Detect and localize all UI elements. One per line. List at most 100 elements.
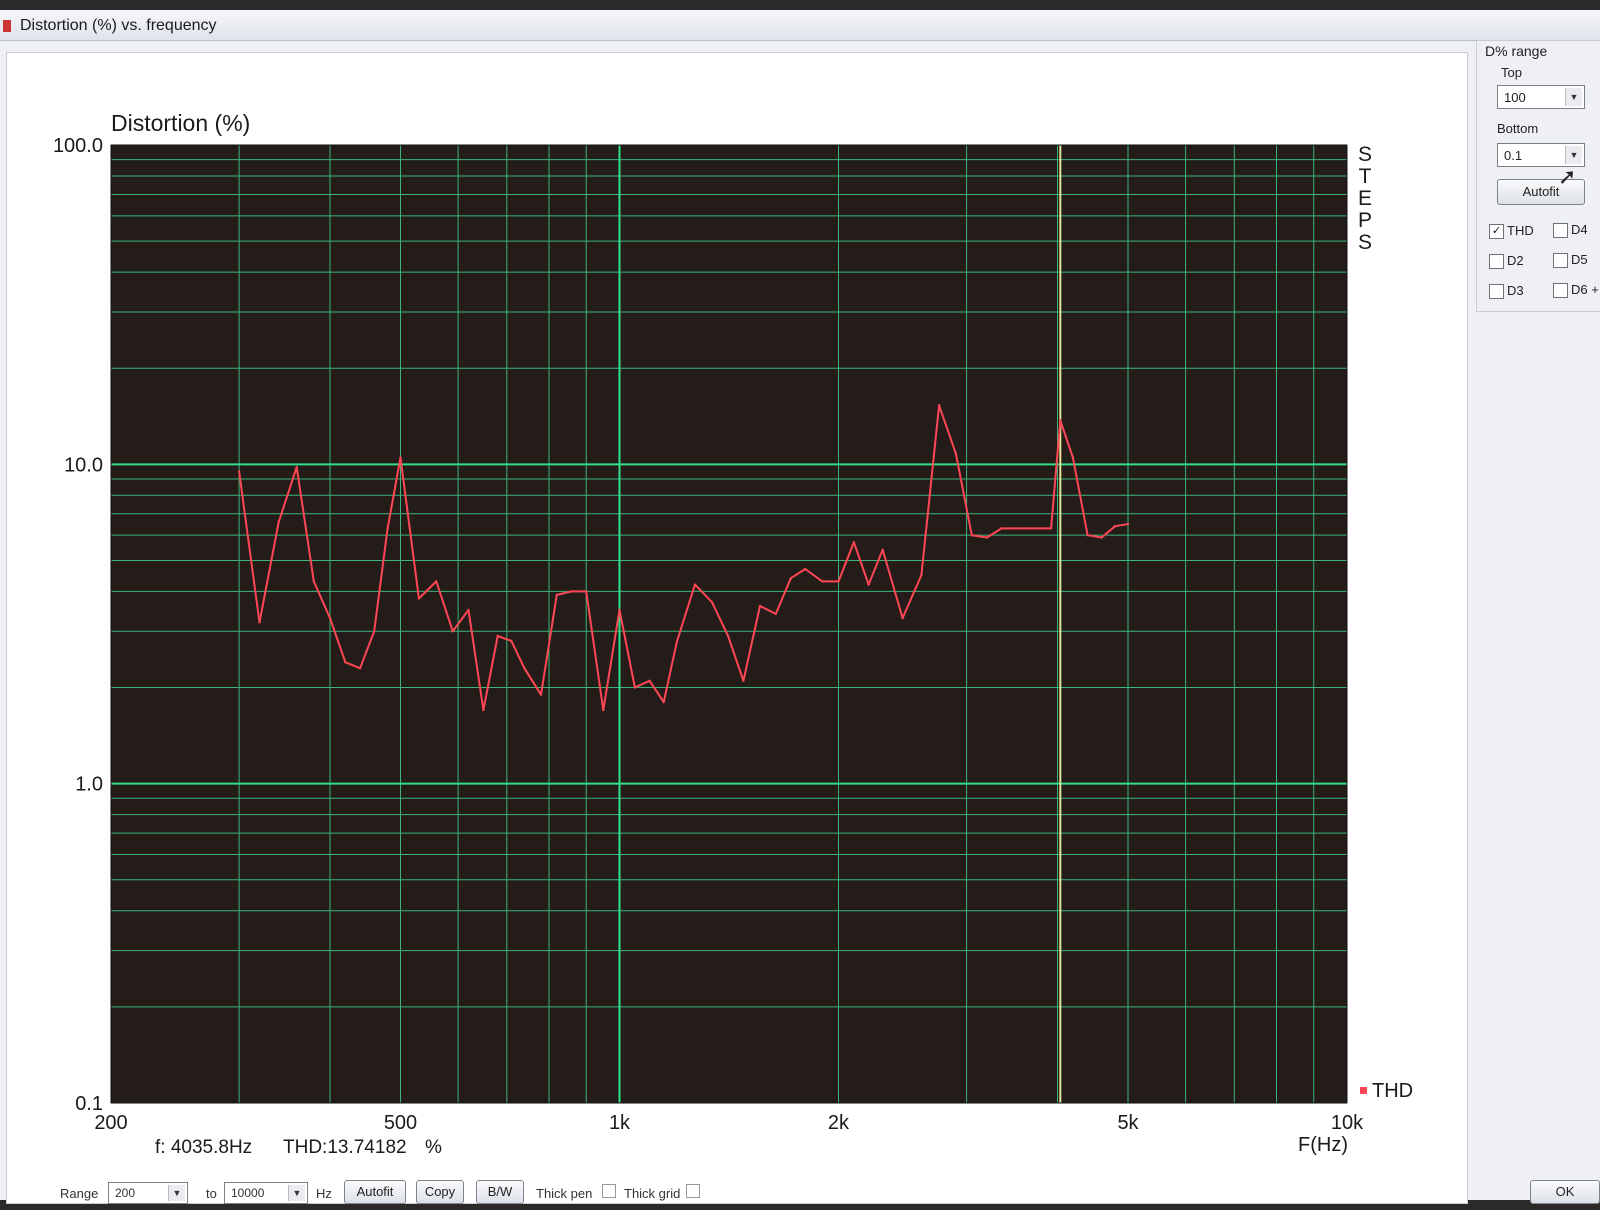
- data-point[interactable]: [386, 527, 389, 530]
- data-point[interactable]: [1027, 527, 1030, 530]
- data-point[interactable]: [742, 679, 745, 682]
- data-point[interactable]: [1126, 522, 1130, 526]
- data-point[interactable]: [1059, 419, 1062, 422]
- data-point[interactable]: [675, 639, 679, 643]
- top-select[interactable]: 100 ▼: [1497, 85, 1585, 109]
- data-point[interactable]: [1014, 527, 1017, 530]
- data-point[interactable]: [867, 583, 870, 586]
- data-point[interactable]: [312, 580, 315, 583]
- data-point[interactable]: [570, 590, 574, 593]
- data-point[interactable]: [344, 661, 347, 664]
- window-title: Distortion (%) vs. frequency: [20, 17, 217, 34]
- data-point[interactable]: [1113, 525, 1117, 528]
- data-point[interactable]: [954, 452, 958, 455]
- data-point[interactable]: [510, 639, 513, 643]
- data-point[interactable]: [585, 590, 588, 593]
- checkbox-box: [1489, 284, 1504, 300]
- d3-checkbox[interactable]: D3: [1489, 283, 1524, 300]
- data-point[interactable]: [555, 593, 558, 597]
- d-range-panel: D% range Top 100 ▼ Bottom 0.1 ▼ Autofit …: [1476, 40, 1600, 312]
- data-point[interactable]: [277, 520, 280, 524]
- data-point[interactable]: [1049, 527, 1053, 530]
- data-point[interactable]: [451, 630, 454, 633]
- chart-frame: 100.0 10.0 1.0 0.1 200 500 1k 2k 5k 10k Distortion…: [6, 52, 1468, 1204]
- data-point[interactable]: [821, 580, 824, 583]
- ok-button[interactable]: OK: [1530, 1180, 1600, 1204]
- thd-checkbox[interactable]: ✓ THD: [1489, 223, 1534, 240]
- legend-swatch-thd: [1360, 1087, 1367, 1094]
- data-point[interactable]: [482, 708, 485, 712]
- data-point[interactable]: [258, 621, 261, 624]
- data-point[interactable]: [237, 470, 241, 473]
- d3-check-label: D3: [1507, 283, 1524, 298]
- data-point[interactable]: [710, 601, 714, 604]
- data-point[interactable]: [1071, 456, 1075, 459]
- range-to-value: 10000: [231, 1186, 265, 1200]
- thick-pen-checkbox[interactable]: [602, 1184, 616, 1198]
- data-point[interactable]: [937, 404, 941, 407]
- data-point[interactable]: [985, 536, 989, 539]
- data-point[interactable]: [417, 597, 421, 600]
- data-point[interactable]: [496, 634, 499, 638]
- data-point[interactable]: [881, 548, 884, 551]
- thd-check-label: THD: [1507, 223, 1534, 238]
- d6-checkbox[interactable]: D6 +: [1553, 282, 1599, 299]
- data-point[interactable]: [1000, 527, 1003, 530]
- data-point[interactable]: [633, 686, 637, 689]
- steps-letter: T: [1359, 165, 1372, 188]
- data-point[interactable]: [901, 616, 904, 620]
- data-point[interactable]: [726, 634, 730, 638]
- x-tick-label: 2k: [828, 1112, 850, 1134]
- range-from-select[interactable]: 200 ▼: [108, 1182, 188, 1204]
- thick-pen-label: Thick pen: [536, 1186, 593, 1201]
- distortion-chart[interactable]: 100.010.01.00.1200 500 1k 2k 5k 10kDistortion…: [7, 53, 1467, 1203]
- data-point[interactable]: [328, 616, 332, 620]
- range-to-select[interactable]: 10000 ▼: [224, 1182, 308, 1204]
- steps-letter: E: [1358, 187, 1372, 210]
- copy-button[interactable]: Copy: [416, 1180, 464, 1204]
- data-point[interactable]: [1100, 536, 1103, 539]
- data-point[interactable]: [758, 604, 762, 608]
- data-point[interactable]: [539, 693, 543, 696]
- data-point[interactable]: [372, 630, 376, 633]
- autofit-range-button[interactable]: Autofit: [344, 1180, 406, 1204]
- legend-label-thd: THD: [1372, 1080, 1413, 1102]
- bottom-label: Bottom: [1497, 121, 1539, 136]
- top-select-value: 100: [1504, 90, 1526, 105]
- bw-button[interactable]: B/W: [476, 1180, 524, 1204]
- data-point[interactable]: [774, 612, 777, 616]
- steps-letter: S: [1358, 231, 1372, 254]
- steps-letter: S: [1358, 143, 1372, 166]
- data-point[interactable]: [602, 708, 605, 712]
- data-point[interactable]: [852, 541, 856, 544]
- thick-grid-label: Thick grid: [624, 1186, 681, 1201]
- data-point[interactable]: [618, 608, 621, 612]
- x-tick-label: 10k: [1331, 1112, 1364, 1134]
- d2-check-label: D2: [1507, 253, 1524, 268]
- range-from-value: 200: [115, 1186, 136, 1200]
- data-point[interactable]: [804, 567, 807, 571]
- data-point[interactable]: [648, 679, 651, 682]
- data-point[interactable]: [435, 580, 438, 583]
- d2-checkbox[interactable]: D2: [1489, 253, 1524, 270]
- mouse-pointer-icon: ➚: [1558, 164, 1577, 189]
- thick-grid-checkbox[interactable]: [686, 1184, 700, 1198]
- data-point[interactable]: [399, 456, 402, 459]
- data-point[interactable]: [1086, 533, 1089, 537]
- d4-checkbox[interactable]: D4: [1553, 222, 1588, 239]
- data-point[interactable]: [523, 666, 526, 670]
- data-point[interactable]: [467, 608, 470, 612]
- d5-checkbox[interactable]: D5: [1553, 252, 1588, 269]
- data-point[interactable]: [295, 465, 298, 469]
- data-point[interactable]: [837, 580, 840, 583]
- d6-check-label: D6 +: [1571, 282, 1599, 297]
- steps-letter: P: [1358, 209, 1372, 232]
- data-point[interactable]: [693, 583, 697, 586]
- data-point[interactable]: [920, 573, 923, 577]
- data-point[interactable]: [970, 533, 974, 537]
- y-tick-label: 1.0: [75, 774, 103, 796]
- data-point[interactable]: [789, 576, 793, 580]
- data-point[interactable]: [358, 666, 362, 670]
- data-point[interactable]: [662, 700, 665, 704]
- data-point[interactable]: [1040, 527, 1043, 530]
